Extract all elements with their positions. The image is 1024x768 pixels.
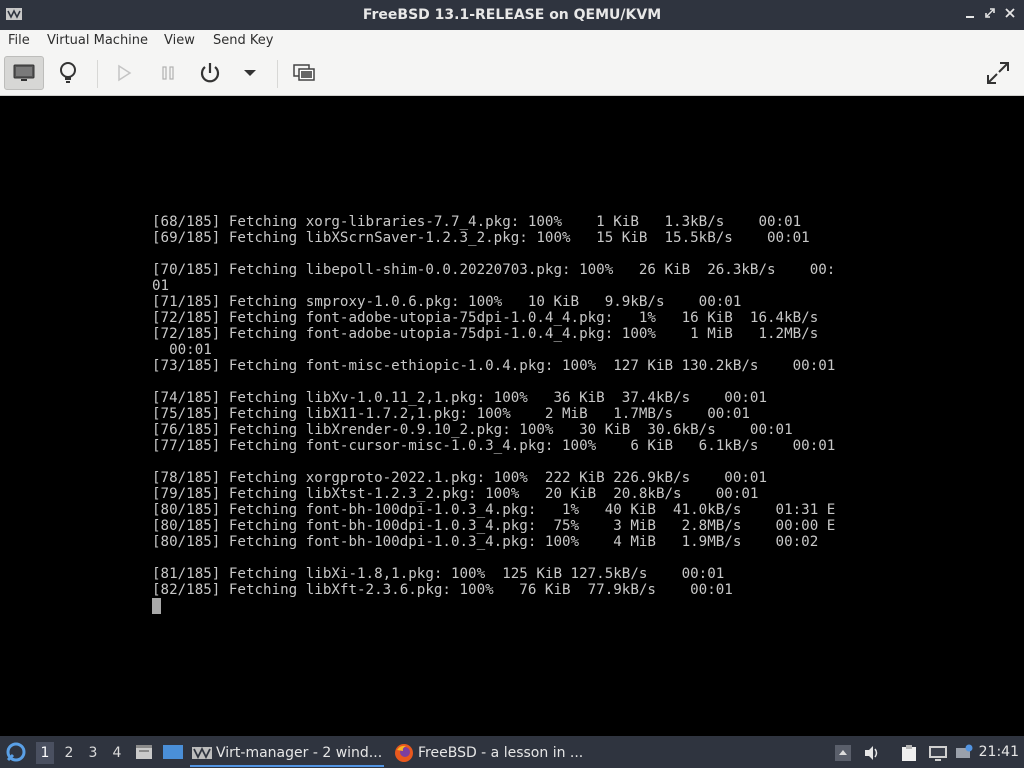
show-desktop-button[interactable] bbox=[162, 742, 184, 762]
file-manager-launcher[interactable] bbox=[134, 742, 154, 762]
terminal-line: [72/185] Fetching font-adobe-utopia-75dp… bbox=[152, 310, 819, 326]
menubar: File Virtual Machine View Send Key bbox=[0, 30, 1024, 52]
minimize-button[interactable] bbox=[962, 7, 978, 23]
shutdown-menu-button[interactable] bbox=[232, 56, 268, 90]
terminal-line: [76/185] Fetching libXrender-0.9.10_2.pk… bbox=[152, 422, 793, 438]
run-button[interactable] bbox=[104, 56, 144, 90]
close-button[interactable] bbox=[1002, 7, 1018, 23]
workspace-2[interactable]: 2 bbox=[60, 742, 78, 764]
terminal-line: [72/185] Fetching font-adobe-utopia-75dp… bbox=[152, 326, 819, 342]
volume-icon bbox=[865, 746, 878, 760]
clipboard-icon bbox=[902, 745, 916, 761]
restore-button[interactable] bbox=[982, 7, 998, 23]
workspace-1[interactable]: 1 bbox=[36, 742, 54, 764]
window-titlebar[interactable]: FreeBSD 13.1-RELEASE on QEMU/KVM bbox=[0, 0, 1024, 30]
workspace-4[interactable]: 4 bbox=[108, 742, 126, 764]
window-title: FreeBSD 13.1-RELEASE on QEMU/KVM bbox=[362, 7, 662, 23]
toolbar bbox=[0, 52, 1024, 96]
task-virt-manager[interactable]: Virt-manager - 2 wind... bbox=[190, 739, 384, 767]
lxqt-logo-icon bbox=[6, 742, 26, 762]
chevron-down-icon bbox=[244, 70, 256, 76]
terminal-line: [78/185] Fetching xorgproto-2022.1.pkg: … bbox=[152, 470, 767, 486]
network-icon bbox=[929, 746, 947, 761]
shutdown-button[interactable] bbox=[190, 56, 230, 90]
terminal-line: [80/185] Fetching font-bh-100dpi-1.0.3_4… bbox=[152, 502, 836, 518]
terminal-line: [70/185] Fetching libepoll-shim-0.0.2022… bbox=[152, 262, 836, 278]
console-icon bbox=[13, 64, 35, 81]
snapshots-button[interactable] bbox=[284, 56, 324, 90]
toolbar-separator bbox=[97, 60, 98, 88]
show-details-button[interactable] bbox=[48, 56, 88, 90]
network-button[interactable] bbox=[928, 744, 947, 762]
terminal-line: [81/185] Fetching libXi-1.8,1.pkg: 100% … bbox=[152, 566, 725, 582]
menu-send-key[interactable]: Send Key bbox=[213, 30, 273, 52]
terminal-line: 01 bbox=[152, 278, 170, 294]
fullscreen-button[interactable] bbox=[978, 56, 1018, 90]
terminal-line: [69/185] Fetching libXScrnSaver-1.2.3_2.… bbox=[152, 230, 810, 246]
terminal-output: [68/185] Fetching xorg-libraries-7.7_4.p… bbox=[152, 214, 835, 598]
virt-manager-icon bbox=[192, 746, 212, 760]
taskbar: 1 2 3 4 Virt-manager - 2 wind... FreeBSD… bbox=[0, 736, 1024, 768]
terminal-line: 00:01 bbox=[152, 342, 212, 358]
menu-view[interactable]: View bbox=[164, 30, 195, 52]
menu-file[interactable]: File bbox=[8, 30, 30, 52]
monitor-icon bbox=[956, 744, 973, 758]
terminal-line: [80/185] Fetching font-bh-100dpi-1.0.3_4… bbox=[152, 534, 819, 550]
toolbar-separator bbox=[277, 60, 278, 88]
minimize-icon bbox=[966, 16, 974, 18]
pause-icon bbox=[162, 66, 174, 80]
terminal-line: [82/185] Fetching libXft-2.3.6.pkg: 100%… bbox=[152, 582, 733, 598]
workspace-3[interactable]: 3 bbox=[84, 742, 102, 764]
terminal-line: [80/185] Fetching font-bh-100dpi-1.0.3_4… bbox=[152, 518, 836, 534]
power-icon bbox=[200, 63, 220, 83]
task-label: Virt-manager - 2 wind... bbox=[216, 745, 383, 761]
up-arrow-icon bbox=[835, 745, 851, 761]
notification-button[interactable] bbox=[955, 744, 973, 762]
close-icon bbox=[1005, 8, 1015, 18]
restore-icon bbox=[985, 8, 995, 18]
task-firefox[interactable]: FreeBSD - a lesson in ... bbox=[392, 739, 592, 767]
folder-icon bbox=[136, 745, 152, 759]
terminal-line: [68/185] Fetching xorg-libraries-7.7_4.p… bbox=[152, 214, 802, 230]
show-console-button[interactable] bbox=[4, 56, 44, 90]
tray-arrow-button[interactable] bbox=[834, 744, 852, 762]
desktop-icon bbox=[163, 745, 183, 759]
firefox-icon bbox=[395, 744, 413, 762]
pause-button[interactable] bbox=[148, 56, 188, 90]
terminal-line: [71/185] Fetching smproxy-1.0.6.pkg: 100… bbox=[152, 294, 742, 310]
volume-button[interactable] bbox=[863, 744, 881, 762]
terminal-cursor bbox=[152, 598, 161, 614]
clipboard-button[interactable] bbox=[900, 744, 918, 762]
terminal-line: [75/185] Fetching libX11-1.7.2,1.pkg: 10… bbox=[152, 406, 750, 422]
terminal-line: [73/185] Fetching font-misc-ethiopic-1.0… bbox=[152, 358, 836, 374]
snapshot-icon bbox=[293, 64, 315, 81]
clock[interactable]: 21:41 bbox=[979, 736, 1019, 768]
terminal-line: [74/185] Fetching libXv-1.0.11_2,1.pkg: … bbox=[152, 390, 767, 406]
task-label: FreeBSD - a lesson in ... bbox=[418, 745, 584, 761]
terminal-line: [79/185] Fetching libXtst-1.2.3_2.pkg: 1… bbox=[152, 486, 759, 502]
terminal-line: [77/185] Fetching font-cursor-misc-1.0.3… bbox=[152, 438, 836, 454]
lightbulb-icon bbox=[60, 62, 76, 83]
fullscreen-icon bbox=[987, 62, 1009, 84]
start-menu-button[interactable] bbox=[4, 740, 28, 764]
menu-virtual-machine[interactable]: Virtual Machine bbox=[47, 30, 148, 52]
play-icon bbox=[118, 64, 132, 82]
